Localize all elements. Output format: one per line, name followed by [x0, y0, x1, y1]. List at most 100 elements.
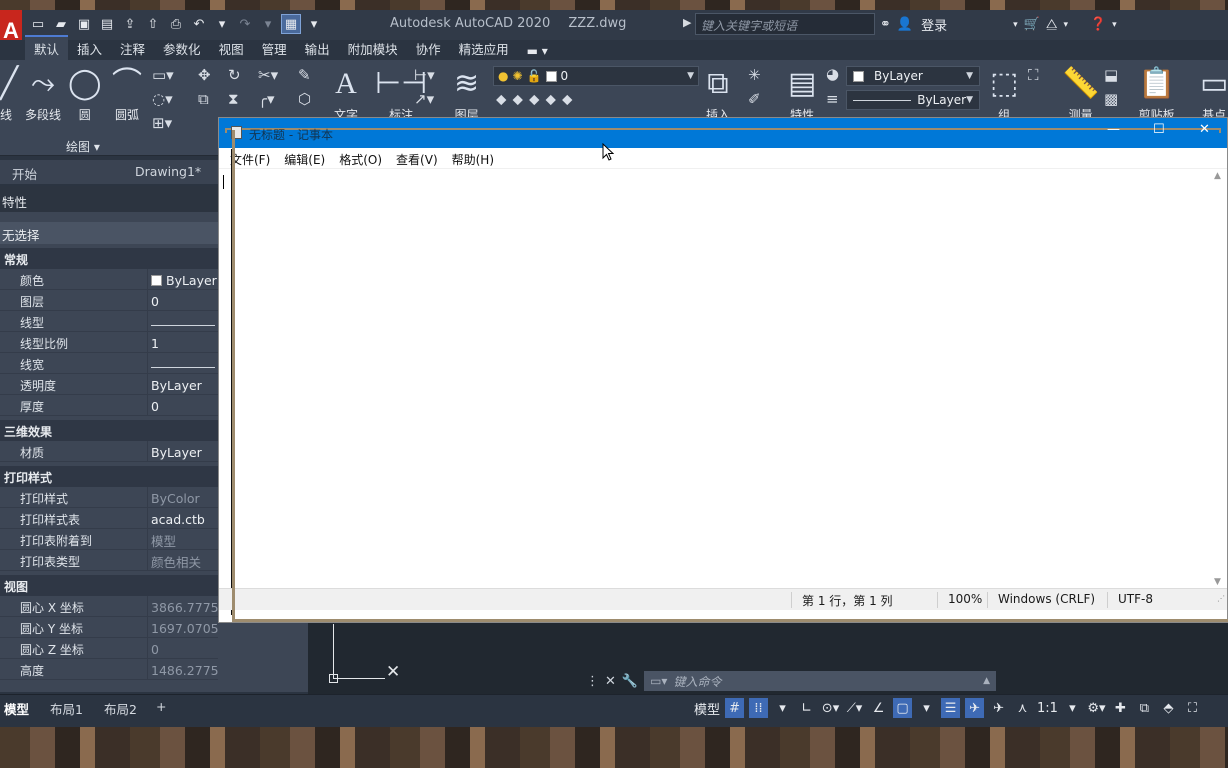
quick-select-icon[interactable]: ⬓	[1104, 66, 1118, 84]
menu-format[interactable]: 格式(O)	[332, 148, 389, 168]
annotation-monitor-icon[interactable]: ✚	[1111, 698, 1130, 718]
isolate-objects-icon[interactable]: ⧉	[1135, 698, 1154, 718]
ribbon-options-icon[interactable]: ▬ ▾	[518, 42, 557, 60]
rectangle-icon[interactable]: ▭▾	[152, 66, 174, 84]
draw-panel-title[interactable]: 绘图 ▾	[66, 138, 100, 155]
undo-icon[interactable]: ↶	[189, 14, 209, 34]
redo-dropdown-icon[interactable]: ▾	[258, 14, 278, 34]
login-button[interactable]: 登录	[921, 15, 947, 34]
menu-edit[interactable]: 编辑(E)	[277, 148, 332, 168]
a360-dropdown-icon[interactable]: ▾	[1063, 20, 1068, 30]
object-snap-tracking-icon[interactable]: ∠	[869, 698, 888, 718]
close-icon[interactable]: ✕	[1199, 122, 1210, 137]
object-snap-icon[interactable]: ▢	[893, 698, 913, 718]
line-tool[interactable]: ╱ 直线	[0, 64, 18, 123]
hardware-accel-icon[interactable]: ⬘	[1159, 698, 1178, 718]
open-folder-icon[interactable]: ▰	[51, 14, 71, 34]
group-tool[interactable]: ⬚ 组	[990, 64, 1018, 123]
ortho-icon[interactable]: ∟	[797, 698, 816, 718]
prop-row-transparency[interactable]: 透明度 ByLayer	[0, 374, 218, 395]
prop-row-linetype[interactable]: 线型	[0, 311, 218, 332]
search-expand-icon[interactable]: ▶	[683, 16, 691, 29]
auto-scale-icon[interactable]: ✈	[989, 698, 1008, 718]
search-input[interactable]: 键入关键字或短语	[695, 13, 875, 35]
section-general[interactable]: 常规	[0, 248, 218, 269]
ribbon-tab-featured[interactable]: 精选应用	[450, 37, 518, 60]
prop-row-plotstyletable[interactable]: 打印样式表 acad.ctb	[0, 508, 218, 529]
prop-row-lineweight[interactable]: 线宽	[0, 353, 218, 374]
prop-row-center-z[interactable]: 圆心 Z 坐标 0	[0, 638, 218, 659]
annotation-scale-icon[interactable]: ⋏	[1013, 698, 1032, 718]
wrench-icon[interactable]: 🔧	[622, 674, 638, 689]
save-as-icon[interactable]: ▤	[97, 14, 117, 34]
basepoint-tool[interactable]: ▭ 基点	[1200, 64, 1228, 123]
tab-start[interactable]: 开始	[12, 164, 37, 183]
fullscreen-icon[interactable]: ⛶	[1183, 698, 1202, 718]
hatch-icon[interactable]: ◌▾	[152, 90, 173, 108]
model-space-button[interactable]: 模型	[694, 698, 720, 718]
prop-row-center-x[interactable]: 圆心 X 坐标 3866.7775	[0, 596, 218, 617]
save-icon[interactable]: ▣	[74, 14, 94, 34]
minimize-icon[interactable]: —	[1107, 122, 1120, 137]
snap-dropdown-icon[interactable]: ▾	[773, 698, 792, 718]
menu-help[interactable]: 帮助(H)	[445, 148, 501, 168]
ribbon-tab-output[interactable]: 输出	[296, 37, 339, 60]
ribbon-tab-manage[interactable]: 管理	[253, 37, 296, 60]
boundary-icon[interactable]: ⊞▾	[152, 114, 172, 132]
linetype-dropdown[interactable]: ByLayer ▼	[846, 90, 980, 110]
ribbon-tab-collaborate[interactable]: 协作	[407, 37, 450, 60]
fillet-icon[interactable]: ╭▾	[258, 90, 275, 108]
mirror-icon[interactable]: ⧗	[228, 90, 239, 108]
notepad-window[interactable]: 无标题 - 记事本 — ☐ ✕ 文件(F) 编辑(E) 格式(O) 查看(V) …	[218, 117, 1228, 623]
login-dropdown-icon[interactable]: ▾	[1013, 20, 1018, 30]
grid-icon[interactable]: #	[725, 698, 745, 718]
object-snap-dropdown-icon[interactable]: ▾	[917, 698, 936, 718]
circle-tool[interactable]: ◯ 圆	[68, 64, 102, 123]
tab-layout1[interactable]: 布局1	[50, 699, 83, 718]
trim-icon[interactable]: ✂▾	[258, 66, 278, 84]
selection-dropdown[interactable]: 无选择	[0, 222, 218, 244]
user-icon[interactable]: 👤	[897, 17, 913, 32]
layer-dropdown[interactable]: ● ✺ 🔓 0 ▼	[493, 66, 699, 86]
section-view[interactable]: 视图	[0, 575, 218, 596]
copy-icon[interactable]: ⧉	[198, 90, 209, 108]
web-mobile-icon[interactable]: ⇪	[120, 14, 140, 34]
explode-icon[interactable]: ⬡	[298, 90, 311, 108]
lineweight-display-icon[interactable]: ☰	[941, 698, 961, 718]
text-tool[interactable]: A 文字	[334, 64, 358, 123]
lineweight-icon[interactable]: ≡	[826, 90, 839, 108]
section-plotstyle[interactable]: 打印样式	[0, 466, 218, 487]
prop-row-height[interactable]: 高度 1486.2775	[0, 659, 218, 680]
ribbon-tab-view[interactable]: 视图	[210, 37, 253, 60]
arc-tool[interactable]: ⌒ 圆弧	[112, 64, 142, 123]
layer-tools-icon[interactable]: ⬥⬥⬥⬥⬥	[496, 90, 579, 108]
scroll-up-icon[interactable]: ▲	[1214, 171, 1221, 181]
annotation-visibility-icon[interactable]: ✈	[965, 698, 985, 718]
prop-row-center-y[interactable]: 圆心 Y 坐标 1697.0705	[0, 617, 218, 638]
qat-customize-icon[interactable]: ▾	[304, 14, 324, 34]
move-icon[interactable]: ✥	[198, 66, 211, 84]
binoculars-icon[interactable]: ⚭	[880, 17, 891, 32]
help-dropdown-icon[interactable]: ▾	[1112, 20, 1117, 30]
erase-icon[interactable]: ✎	[298, 66, 311, 84]
plot-icon[interactable]: ⎙	[166, 14, 186, 34]
color-wheel-icon[interactable]: ◕	[826, 65, 839, 83]
resize-grip-icon[interactable]: ⋰	[1217, 594, 1225, 603]
layer-properties-tool[interactable]: ≋ 图层	[454, 64, 479, 123]
help-icon[interactable]: ❓	[1090, 17, 1106, 32]
ungroup-icon[interactable]: ⛶	[1028, 66, 1039, 84]
scale-dropdown-icon[interactable]: ▾	[1063, 698, 1082, 718]
prop-row-color[interactable]: 颜色 ByLayer	[0, 269, 218, 290]
share-icon[interactable]: ⇧	[143, 14, 163, 34]
measure-tool[interactable]: 📏 测量	[1062, 64, 1099, 123]
add-layout-icon[interactable]: +	[156, 699, 166, 714]
grip-handle-icon[interactable]: ⋮	[586, 674, 599, 689]
notepad-title-bar[interactable]: 无标题 - 记事本 — ☐ ✕	[219, 118, 1227, 148]
workspace-icon[interactable]: ▦	[281, 14, 301, 34]
ribbon-tab-addins[interactable]: 附加模块	[339, 37, 407, 60]
undo-dropdown-icon[interactable]: ▾	[212, 14, 232, 34]
ribbon-tab-default[interactable]: 默认	[25, 35, 69, 60]
polar-icon[interactable]: ⊙▾	[821, 698, 840, 718]
tab-drawing1[interactable]: Drawing1*	[135, 164, 201, 179]
prop-row-material[interactable]: 材质 ByLayer	[0, 441, 218, 462]
